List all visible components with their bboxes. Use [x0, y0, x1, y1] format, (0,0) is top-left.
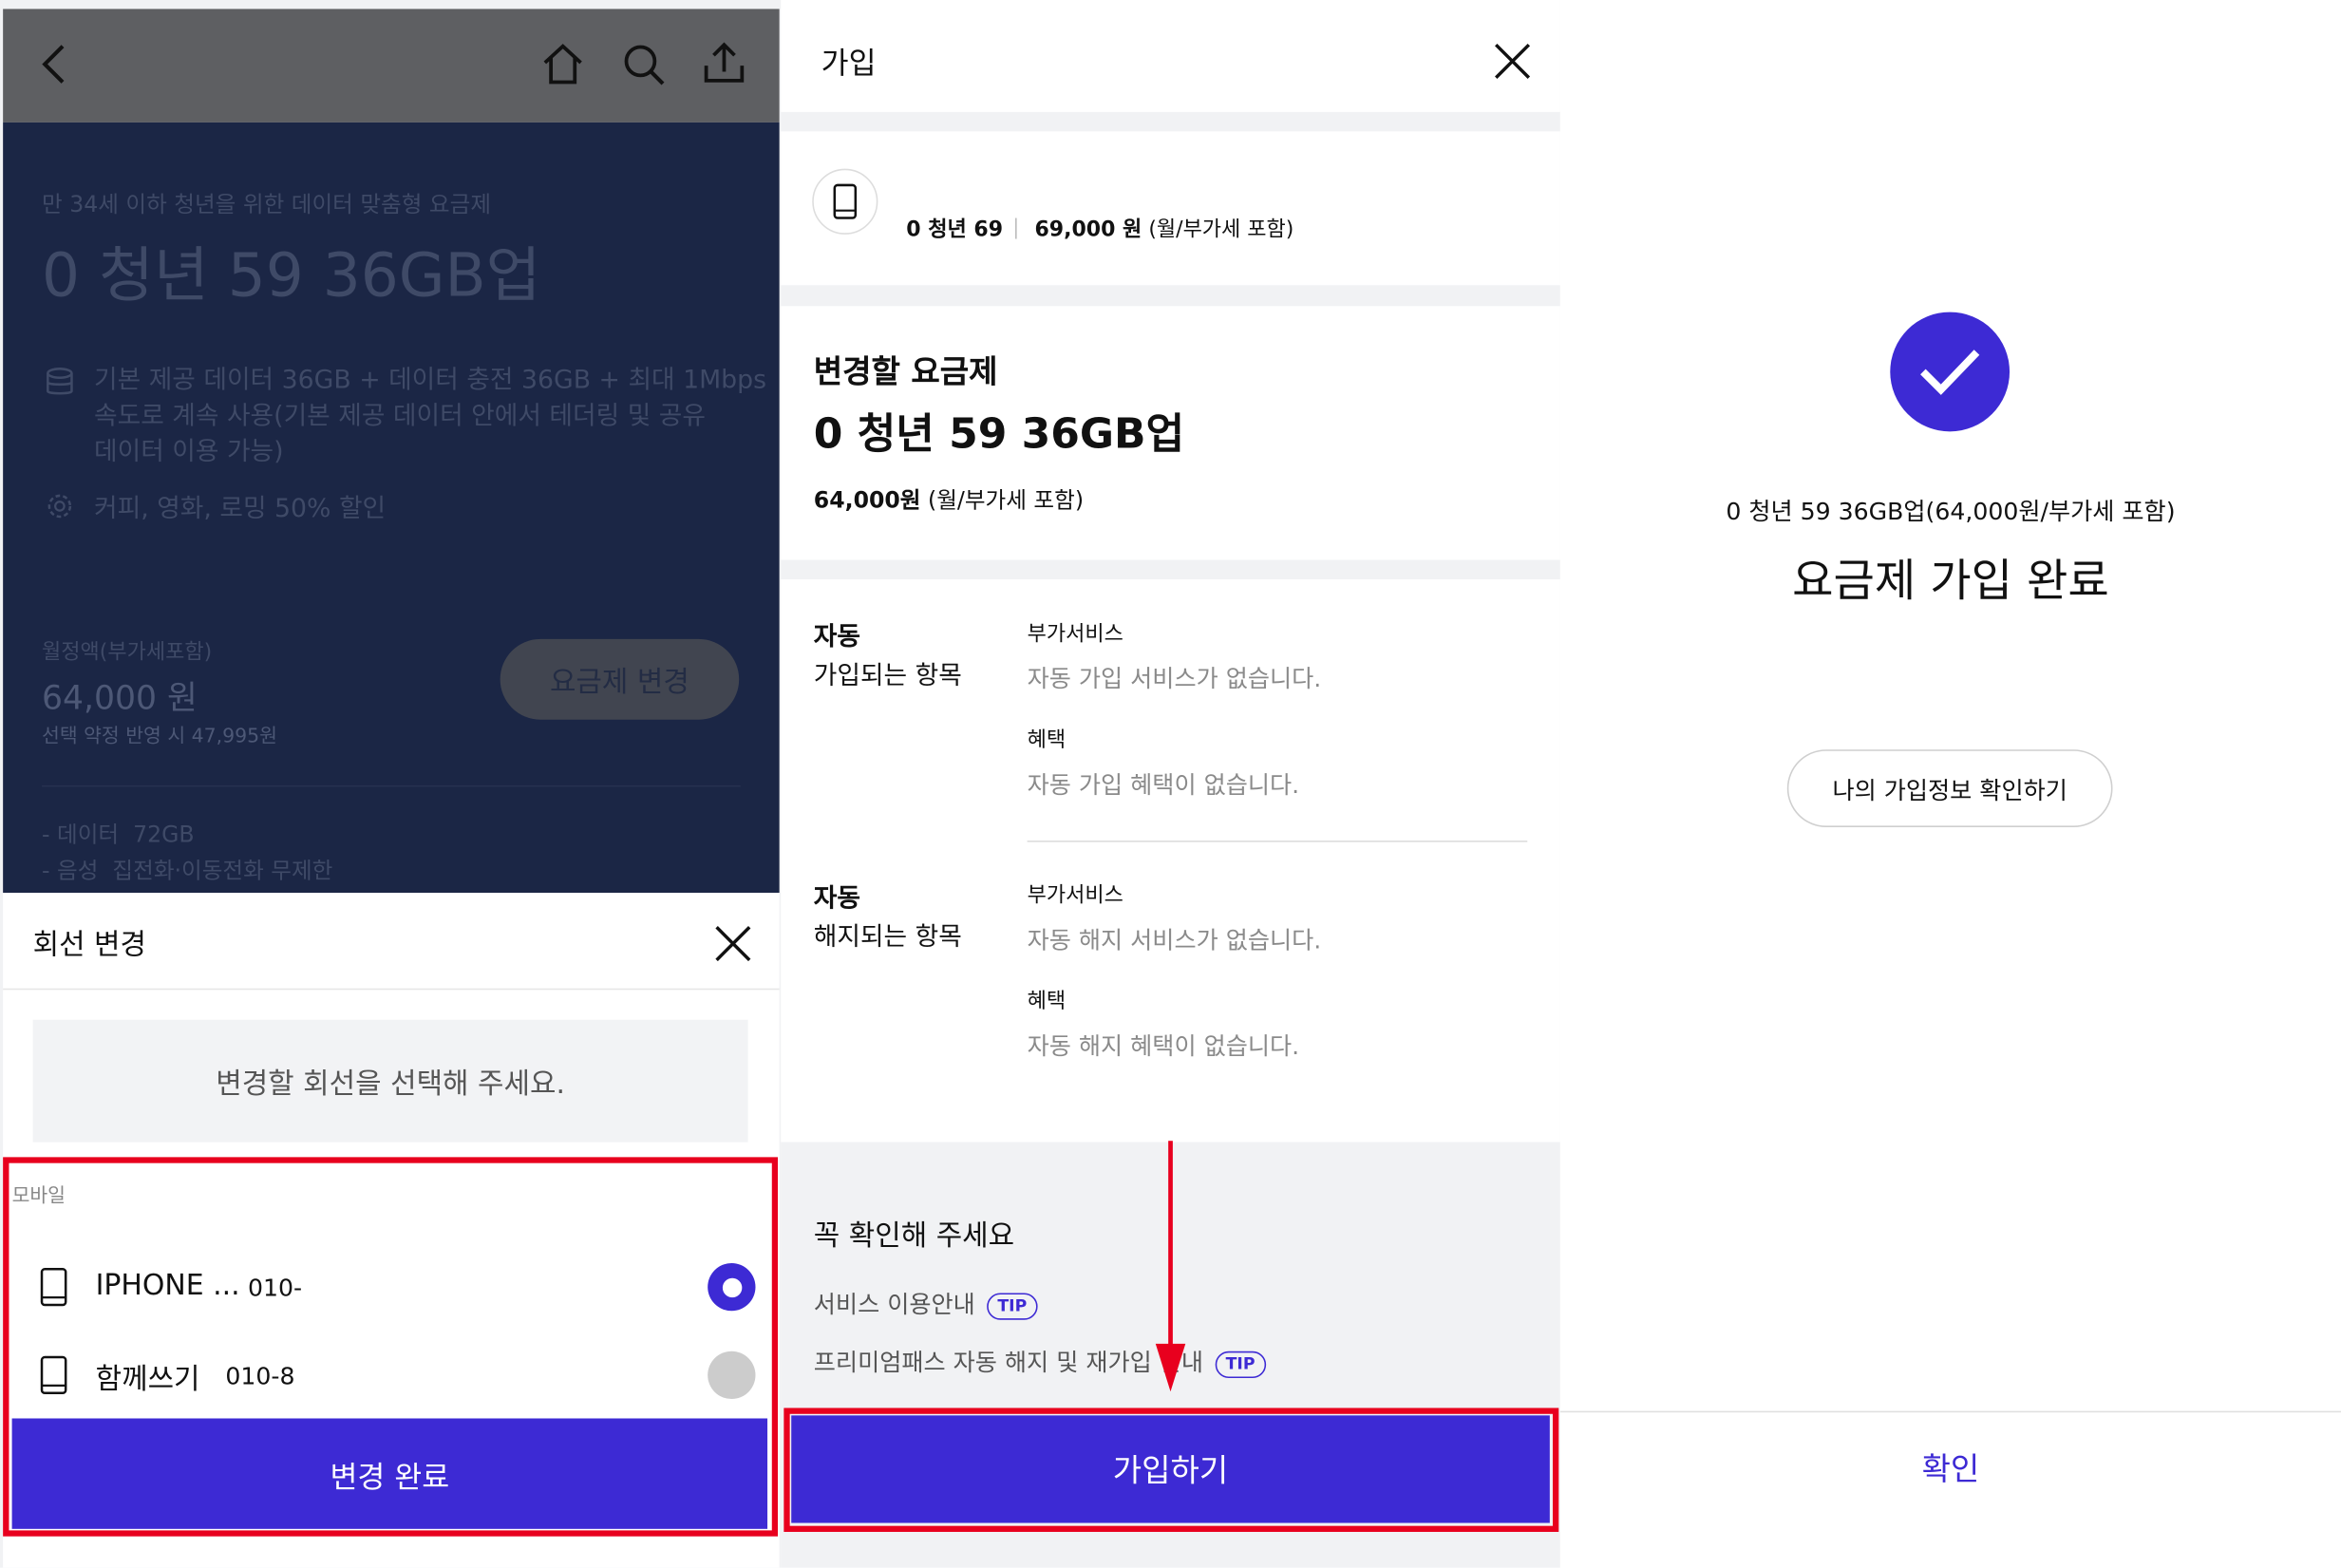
- new-plan-name: 0 청년 59 36GB업: [813, 408, 1185, 459]
- tip-badge[interactable]: TIP: [987, 1292, 1038, 1319]
- top-bar: [3, 9, 780, 123]
- feature-discount: 커피, 영화, 로밍 50% 할인: [94, 494, 387, 524]
- arrow-down-icon: [1154, 1141, 1187, 1394]
- detail-voice-label: - 음성: [42, 857, 99, 884]
- feature-data-line3: 데이터 이용 가능): [94, 437, 284, 468]
- hero-subtitle: 만 34세 이하 청년을 위한 데이터 맞춤형 요금제: [42, 191, 492, 218]
- auto-join-addon-value: 자동 가입 서비스가 없습니다.: [1027, 664, 1322, 693]
- chevron-left-icon: [42, 45, 65, 84]
- auto-cancel-benefit-label: 혜택: [1027, 990, 1067, 1014]
- search-icon: [624, 45, 665, 85]
- discount-note: 선택 약정 반영 시 47,995원: [42, 726, 277, 748]
- back-button[interactable]: [36, 42, 72, 86]
- hero-title: 0 청년 59 36GB업: [42, 241, 541, 311]
- notice-item-service[interactable]: 서비스 이용안내 TIP: [814, 1284, 1038, 1320]
- new-plan-price-row: 64,000원 (월/부가세 포함): [814, 483, 1084, 515]
- close-icon: [715, 926, 751, 962]
- auto-cancel-addon-value: 자동 해지 서비스가 없습니다.: [1027, 925, 1322, 954]
- plan-detail-panel: 만 34세 이하 청년을 위한 데이터 맞춤형 요금제 0 청년 59 36GB…: [0, 0, 782, 1568]
- change-plan-button[interactable]: 요금제 변경: [500, 638, 740, 720]
- close-button[interactable]: [712, 923, 754, 965]
- share-button[interactable]: [700, 39, 747, 86]
- divider: [3, 988, 780, 991]
- auto-join-benefit-value: 자동 가입 혜택이 없습니다.: [1027, 770, 1300, 800]
- sheet-title: 회선 변경: [32, 928, 147, 962]
- current-plan-name: 0 청년 69: [906, 217, 1004, 242]
- share-icon: [704, 42, 745, 83]
- tip-badge[interactable]: TIP: [1215, 1350, 1266, 1378]
- home-button[interactable]: [540, 42, 585, 86]
- detail-data: - 데이터 72GB: [42, 819, 195, 850]
- notice-item-premium[interactable]: 프리미엄패스 자동 해지 및 재가입 안내 TIP: [814, 1342, 1266, 1378]
- current-plan-card: 0 청년 69 69,000 원 (월/부가세 포함): [781, 131, 1560, 286]
- home-icon: [543, 44, 582, 85]
- check-circle-icon: [1890, 312, 2011, 432]
- new-plan-card: 변경할 요금제 0 청년 59 36GB업 64,000원 (월/부가세 포함): [781, 306, 1560, 560]
- auto-items-card: 자동 가입되는 항목 부가서비스 자동 가입 서비스가 없습니다. 혜택 자동 …: [781, 578, 1560, 1143]
- auto-cancel-label-line2: 해지되는 항목: [813, 922, 962, 953]
- highlight-box: [783, 1407, 1559, 1532]
- detail-voice: - 음성 집전화·이동전화 무제한: [42, 854, 332, 885]
- check-info-button[interactable]: 나의 가입정보 확인하기: [1786, 749, 2113, 827]
- feature-data: 기본 제공 데이터 36GB + 데이터 충전 36GB + 최대 1Mbps …: [94, 363, 766, 470]
- join-panel: 가입 0 청년 69 69,000 원 (월/부가세 포함) 변경할 요금제 0…: [781, 0, 1560, 1568]
- auto-join-label-line1: 자동: [813, 622, 860, 653]
- close-icon: [1495, 43, 1531, 79]
- current-plan-price-row: 69,000 원 (월/부가세 포함): [1034, 214, 1293, 243]
- current-plan-vat: (월/부가세 포함): [1148, 217, 1294, 242]
- feature-data-line1: 기본 제공 데이터 36GB + 데이터 충전 36GB + 최대 1Mbps: [94, 366, 767, 396]
- notice-item-label: 프리미엄패스 자동 해지 및 재가입 안내: [813, 1348, 1204, 1377]
- gear-icon: [44, 490, 77, 523]
- screenshot-stage: 만 34세 이하 청년을 위한 데이터 맞춤형 요금제 0 청년 59 36GB…: [0, 0, 2341, 1568]
- auto-cancel-label: 자동 해지되는 항목: [814, 879, 962, 957]
- notice-title: 꼭 확인해 주세요: [813, 1219, 1015, 1253]
- feature-data-line2: 속도로 계속 사용(기본 제공 데이터 안에서 테더링 및 공유: [94, 401, 706, 432]
- notice-item-label: 서비스 이용안내: [813, 1290, 975, 1319]
- new-plan-label: 변경할 요금제: [813, 353, 998, 390]
- auto-cancel-addon-label: 부가서비스: [1027, 883, 1123, 908]
- detail-data-value: 72GB: [133, 821, 195, 848]
- separator: [1015, 217, 1017, 239]
- monthly-label: 월정액(부가세포함): [42, 640, 213, 665]
- close-button[interactable]: [1492, 40, 1534, 82]
- header-title: 가입: [821, 45, 877, 81]
- complete-title: 요금제 가입 완료: [1792, 555, 2109, 608]
- confirm-button[interactable]: 확인: [1560, 1445, 2341, 1490]
- divider: [1559, 1410, 2341, 1413]
- search-button[interactable]: [621, 42, 666, 86]
- detail-voice-value: 집전화·이동전화 무제한: [112, 857, 333, 884]
- highlight-box: [3, 1157, 779, 1537]
- complete-panel: 0 청년 59 36GB업(64,000원/부가세 포함) 요금제 가입 완료 …: [1559, 0, 2341, 1568]
- new-plan-price: 64,000원: [813, 486, 921, 514]
- auto-cancel-label-line1: 자동: [813, 883, 860, 915]
- current-plan-price: 69,000 원: [1034, 217, 1142, 242]
- auto-join-benefit-label: 혜택: [1027, 728, 1067, 753]
- join-header: 가입: [781, 0, 1560, 112]
- database-icon: [44, 366, 77, 399]
- phone-icon: [812, 168, 878, 235]
- divider: [42, 784, 741, 787]
- auto-join-label: 자동 가입되는 항목: [814, 618, 962, 696]
- plan-hero: 만 34세 이하 청년을 위한 데이터 맞춤형 요금제 0 청년 59 36GB…: [3, 122, 780, 894]
- plan-summary: 0 청년 59 36GB업(64,000원/부가세 포함): [1726, 497, 2176, 526]
- auto-join-label-line2: 가입되는 항목: [813, 661, 962, 691]
- monthly-price: 64,000 원: [42, 680, 198, 719]
- auto-join-addon-label: 부가서비스: [1027, 622, 1123, 647]
- divider: [1027, 841, 1528, 842]
- auto-cancel-benefit-value: 자동 해지 혜택이 없습니다.: [1027, 1031, 1300, 1061]
- select-line-message: 변경할 회선을 선택해 주세요.: [32, 1019, 748, 1143]
- detail-data-label: - 데이터: [42, 821, 120, 848]
- new-plan-vat: (월/부가세 포함): [928, 486, 1085, 514]
